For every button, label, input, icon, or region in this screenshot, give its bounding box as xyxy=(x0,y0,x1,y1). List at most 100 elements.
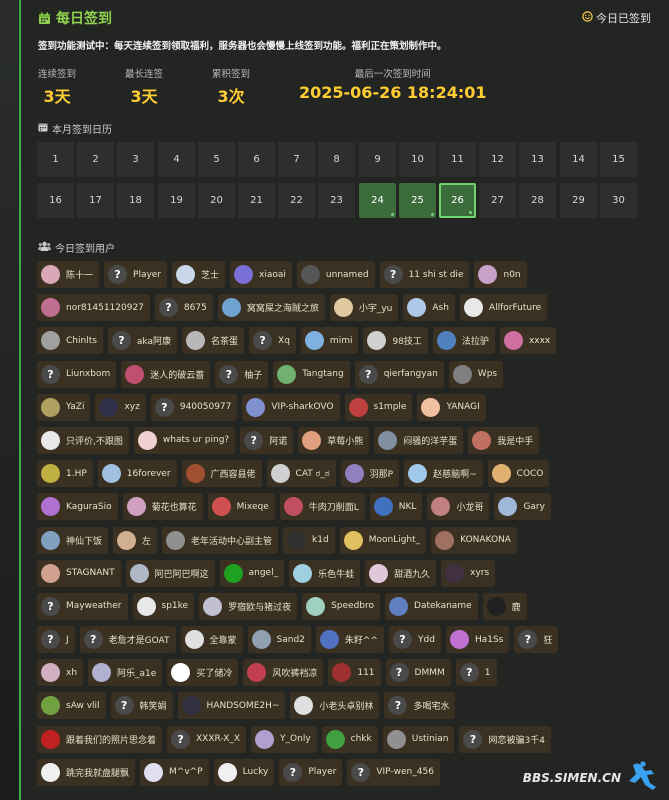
user-chip[interactable]: ? 8675 xyxy=(154,294,213,322)
user-chip[interactable]: ? Liunxbom xyxy=(37,360,117,388)
user-chip[interactable]: ? J xyxy=(37,626,75,654)
user-chip[interactable]: ? 1 xyxy=(455,659,497,687)
user-chip[interactable]: KaguraSio xyxy=(37,493,118,521)
user-chip[interactable]: 赵慈脑啊~ xyxy=(404,460,483,488)
user-chip[interactable]: M^v^P xyxy=(140,758,209,786)
user-chip[interactable]: ? 940050977 xyxy=(150,393,238,421)
user-chip[interactable]: ? 阿诺 xyxy=(240,426,294,454)
user-chip[interactable]: ? Mayweather xyxy=(37,592,128,620)
user-chip[interactable]: ? 狂 xyxy=(514,626,559,654)
user-chip[interactable]: ? 韩笑娟 xyxy=(110,692,173,720)
user-chip[interactable]: Gary xyxy=(494,493,551,521)
user-chip[interactable]: 名茶蛋 xyxy=(182,327,245,355)
user-chip[interactable]: 羽那P xyxy=(340,460,400,488)
user-chip[interactable]: nor81451120927 xyxy=(37,294,150,322)
user-chip[interactable]: Chinlts xyxy=(37,327,103,355)
user-chip[interactable]: Tangtang xyxy=(273,360,350,388)
user-chip[interactable]: sAw vlil xyxy=(37,692,106,720)
user-chip[interactable]: CAT ಠ_ಠ xyxy=(266,460,336,488)
user-chip[interactable]: ? 网恋被骗3千4 xyxy=(459,725,551,753)
user-chip[interactable]: 神仙下饭 xyxy=(37,526,109,554)
user-chip[interactable]: whats ur ping? xyxy=(133,426,236,454)
user-chip[interactable]: VIP-sharkOVO xyxy=(242,393,340,421)
user-chip[interactable]: 迷人的破云蔷 xyxy=(121,360,211,388)
user-chip[interactable]: 只评价,不跟图 xyxy=(37,426,129,454)
user-chip[interactable]: 罗宿欧与猪过夜 xyxy=(199,592,298,620)
user-chip[interactable]: 小龙哥 xyxy=(427,493,490,521)
user-chip[interactable]: 跳完我就盘腿飘 xyxy=(37,758,136,786)
user-chip[interactable]: 乐色牛蛙 xyxy=(289,559,361,587)
user-chip[interactable]: Ustinian xyxy=(382,725,455,753)
user-chip[interactable]: chkk xyxy=(321,725,378,753)
user-chip[interactable]: NKL xyxy=(369,493,423,521)
user-chip[interactable]: angel_ xyxy=(219,559,285,587)
user-chip[interactable]: ? VIP-wen_456 xyxy=(347,758,440,786)
user-chip[interactable]: 小老头卓别林 xyxy=(290,692,380,720)
user-chip[interactable]: k1d xyxy=(283,526,335,554)
user-chip[interactable]: ? Ydd xyxy=(389,626,441,654)
user-chip[interactable]: 风吹裤裆凉 xyxy=(243,659,324,687)
user-chip[interactable]: 111 xyxy=(328,659,381,687)
user-chip[interactable]: 98技工 xyxy=(363,327,428,355)
user-chip[interactable]: ? 多喝宅水 xyxy=(384,692,456,720)
user-chip[interactable]: Lucky xyxy=(213,758,275,786)
user-chip[interactable]: xh xyxy=(37,659,84,687)
user-chip[interactable]: 16forever xyxy=(97,460,177,488)
user-chip[interactable]: 左 xyxy=(113,526,158,554)
user-chip[interactable]: ? DMMM xyxy=(385,659,451,687)
user-chip[interactable]: 阿巴阿巴啊这 xyxy=(125,559,215,587)
user-chip[interactable]: YaZi xyxy=(37,393,91,421)
user-chip[interactable]: ? Xq xyxy=(249,327,296,355)
user-chip[interactable]: Datekaname xyxy=(385,592,478,620)
user-chip[interactable]: 芝士 xyxy=(172,261,226,288)
user-chip[interactable]: 广西容县佬 xyxy=(181,460,262,488)
user-chip[interactable]: MoonLight_ xyxy=(339,526,427,554)
user-chip[interactable]: n0n xyxy=(474,261,527,288)
user-chip[interactable]: 老年活动中心副主管 xyxy=(162,526,279,554)
user-chip[interactable]: 菊花也算花 xyxy=(122,493,203,521)
user-chip[interactable]: Y_Only xyxy=(251,725,317,753)
user-chip[interactable]: Ash xyxy=(403,294,455,322)
user-chip[interactable]: 买了储冷 xyxy=(167,659,239,687)
user-chip[interactable]: COCO xyxy=(487,460,550,488)
user-chip[interactable]: HANDSOME2H~ xyxy=(177,692,286,720)
user-chip[interactable]: KONAKONA xyxy=(431,526,517,554)
user-chip[interactable]: 小宇_yu xyxy=(329,294,399,322)
user-chip[interactable]: 闷骚的洋芋蛋 xyxy=(374,426,464,454)
user-chip[interactable]: 窝窝屎之海賊之旅 xyxy=(217,294,325,322)
user-chip[interactable]: 草莓小熊 xyxy=(298,426,370,454)
user-chip[interactable]: 我是中手 xyxy=(468,426,540,454)
user-chip[interactable]: 陈十一 xyxy=(37,261,100,288)
user-chip[interactable]: Speedbro xyxy=(302,592,381,620)
user-chip[interactable]: xyrs xyxy=(441,559,496,587)
user-chip[interactable]: STAGNANT xyxy=(37,559,121,587)
user-chip[interactable]: 阿乐_a1e xyxy=(88,659,163,687)
user-chip[interactable]: Mixeqe xyxy=(207,493,275,521)
user-chip[interactable]: xiaoai xyxy=(230,261,292,288)
user-chip[interactable]: 1.HP xyxy=(37,460,93,488)
user-chip[interactable]: xyz xyxy=(95,393,146,421)
user-chip[interactable]: 法拉驴 xyxy=(432,327,495,355)
user-chip[interactable]: ? 老詹才是GOAT xyxy=(79,626,176,654)
user-chip[interactable]: 全靠蒙 xyxy=(180,626,243,654)
user-chip[interactable]: xxxx xyxy=(499,327,557,355)
user-chip[interactable]: 甜酒九久 xyxy=(365,559,437,587)
user-chip[interactable]: Wps xyxy=(448,360,504,388)
user-chip[interactable]: 跟着我们的照片思念着 xyxy=(37,725,163,753)
user-chip[interactable]: 牛肉刀削面L xyxy=(279,493,365,521)
user-chip[interactable]: unnamed xyxy=(296,261,375,288)
user-chip[interactable]: ? aka阿康 xyxy=(107,327,178,355)
user-chip[interactable]: ? Player xyxy=(104,261,168,288)
user-chip[interactable]: ? qierfangyan xyxy=(354,360,444,388)
user-chip[interactable]: Sand2 xyxy=(247,626,311,654)
user-chip[interactable]: ? 11 shi st die xyxy=(379,261,470,288)
user-chip[interactable]: ? Player xyxy=(279,758,343,786)
user-chip[interactable]: 朱籽^^ xyxy=(315,626,384,654)
user-chip[interactable]: ? XXXR-X_X xyxy=(167,725,247,753)
user-chip[interactable]: sp1ke xyxy=(132,592,195,620)
user-chip[interactable]: 鹿 xyxy=(482,592,527,620)
user-chip[interactable]: Ha1Ss xyxy=(445,626,510,654)
user-chip[interactable]: mimi xyxy=(300,327,359,355)
user-chip[interactable]: AllforFuture xyxy=(459,294,548,322)
user-chip[interactable]: ? 柚子 xyxy=(215,360,269,388)
